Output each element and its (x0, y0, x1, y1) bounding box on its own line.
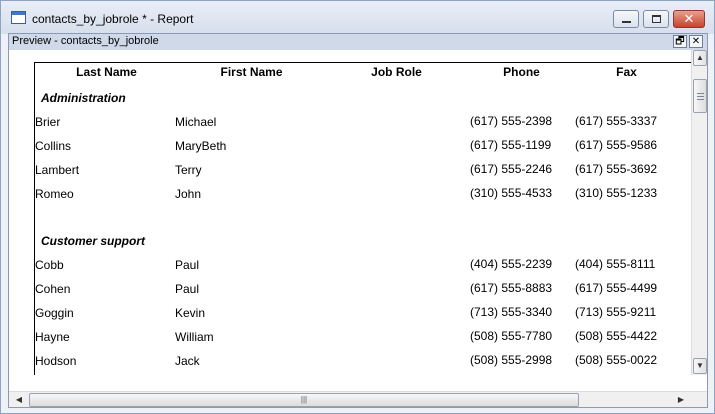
group-header: Customer support (41, 234, 146, 248)
cell-first: Paul (175, 258, 200, 272)
column-header-first-name: First Name (220, 65, 283, 79)
title-bar[interactable]: contacts_by_jobrole * - Report ✕ (1, 1, 714, 34)
cell-last: Lambert (35, 163, 80, 177)
cell-last: Brier (35, 115, 61, 129)
close-button[interactable]: ✕ (673, 10, 705, 28)
maximize-icon (652, 15, 661, 23)
left-margin-rule (34, 62, 35, 375)
cell-fax: (508) 555-0022 (575, 353, 658, 367)
cell-last: Romeo (35, 187, 74, 201)
cell-first: Terry (175, 163, 202, 177)
arrow-left-icon: ◀ (15, 395, 23, 404)
grip-icon: ||| (300, 395, 308, 404)
cell-fax: (310) 555-1233 (575, 186, 658, 200)
arrow-down-icon: ▼ (696, 361, 704, 370)
scroll-left-button[interactable]: ◀ (11, 393, 27, 407)
maximize-button[interactable] (643, 10, 669, 28)
window-title: contacts_by_jobrole * - Report (32, 12, 194, 26)
cell-last: Cohen (35, 282, 71, 296)
column-header-fax: Fax (616, 65, 637, 79)
cell-fax: (404) 555-8111 (575, 257, 656, 271)
cell-phone: (617) 555-2246 (470, 162, 553, 176)
cell-last: Hayne (35, 330, 70, 344)
cell-last: Hodson (35, 354, 77, 368)
cell-first: Kevin (175, 306, 206, 320)
minimize-button[interactable] (613, 10, 639, 28)
preview-pane: Preview - contacts_by_jobrole 🗗 ✕ Last N… (8, 33, 708, 408)
cell-first: Michael (175, 115, 217, 129)
cell-first: Paul (175, 282, 200, 296)
cell-last: Cobb (35, 258, 64, 272)
cell-fax: (713) 555-9211 (575, 305, 657, 319)
cell-phone: (404) 555-2239 (470, 257, 553, 271)
cell-fax: (508) 555-4422 (575, 329, 658, 343)
preview-title: Preview - contacts_by_jobrole (12, 35, 159, 47)
preview-close-button[interactable]: ✕ (689, 35, 703, 48)
preview-restore-button[interactable]: 🗗 (673, 35, 687, 48)
cell-fax: (617) 555-3692 (575, 162, 658, 176)
report-window-icon (11, 11, 26, 24)
cell-first: Jack (175, 354, 200, 368)
cell-phone: (310) 555-4533 (470, 186, 553, 200)
column-header-phone: Phone (503, 65, 540, 79)
cell-first: William (175, 330, 214, 344)
cell-last: Goggin (35, 306, 74, 320)
preview-title-bar: Preview - contacts_by_jobrole 🗗 ✕ (9, 34, 707, 50)
restore-icon: 🗗 (675, 36, 685, 47)
cell-phone: (617) 555-1199 (470, 138, 552, 152)
scroll-up-button[interactable]: ▲ (693, 50, 707, 66)
cell-first: John (175, 187, 202, 201)
report-window: contacts_by_jobrole * - Report ✕ Preview… (0, 0, 715, 414)
column-header-last-name: Last Name (76, 65, 137, 79)
report-canvas: Last Name First Name Job Role Phone Fax … (9, 50, 691, 375)
header-rule (34, 62, 691, 63)
arrow-up-icon: ▲ (696, 53, 704, 62)
horizontal-scroll-thumb[interactable]: ||| (29, 393, 579, 407)
horizontal-scrollbar[interactable]: ◀ ||| ▶ (9, 391, 707, 407)
vertical-scroll-thumb[interactable] (693, 79, 707, 113)
grip-line (697, 93, 704, 94)
cell-phone: (508) 555-7780 (470, 329, 553, 343)
cell-fax: (617) 555-4499 (575, 281, 658, 295)
cell-fax: (617) 555-3337 (575, 114, 658, 128)
close-icon: ✕ (691, 36, 701, 47)
cell-phone: (617) 555-8883 (470, 281, 553, 295)
cell-phone: (713) 555-3340 (470, 305, 553, 319)
vertical-scrollbar[interactable]: ▲ ▼ (691, 50, 707, 375)
cell-last: Collins (35, 139, 72, 153)
column-header-job-role: Job Role (371, 65, 422, 79)
scroll-right-button[interactable]: ▶ (673, 393, 689, 407)
grip-line (697, 96, 704, 97)
grip-line (697, 99, 704, 100)
cell-phone: (508) 555-2998 (470, 353, 553, 367)
minimize-icon (622, 21, 631, 23)
cell-first: MaryBeth (175, 139, 227, 153)
scroll-down-button[interactable]: ▼ (693, 358, 707, 374)
arrow-right-icon: ▶ (677, 395, 685, 404)
cell-phone: (617) 555-2398 (470, 114, 553, 128)
group-header: Administration (41, 91, 126, 105)
cell-fax: (617) 555-9586 (575, 138, 658, 152)
close-icon: ✕ (683, 11, 695, 26)
